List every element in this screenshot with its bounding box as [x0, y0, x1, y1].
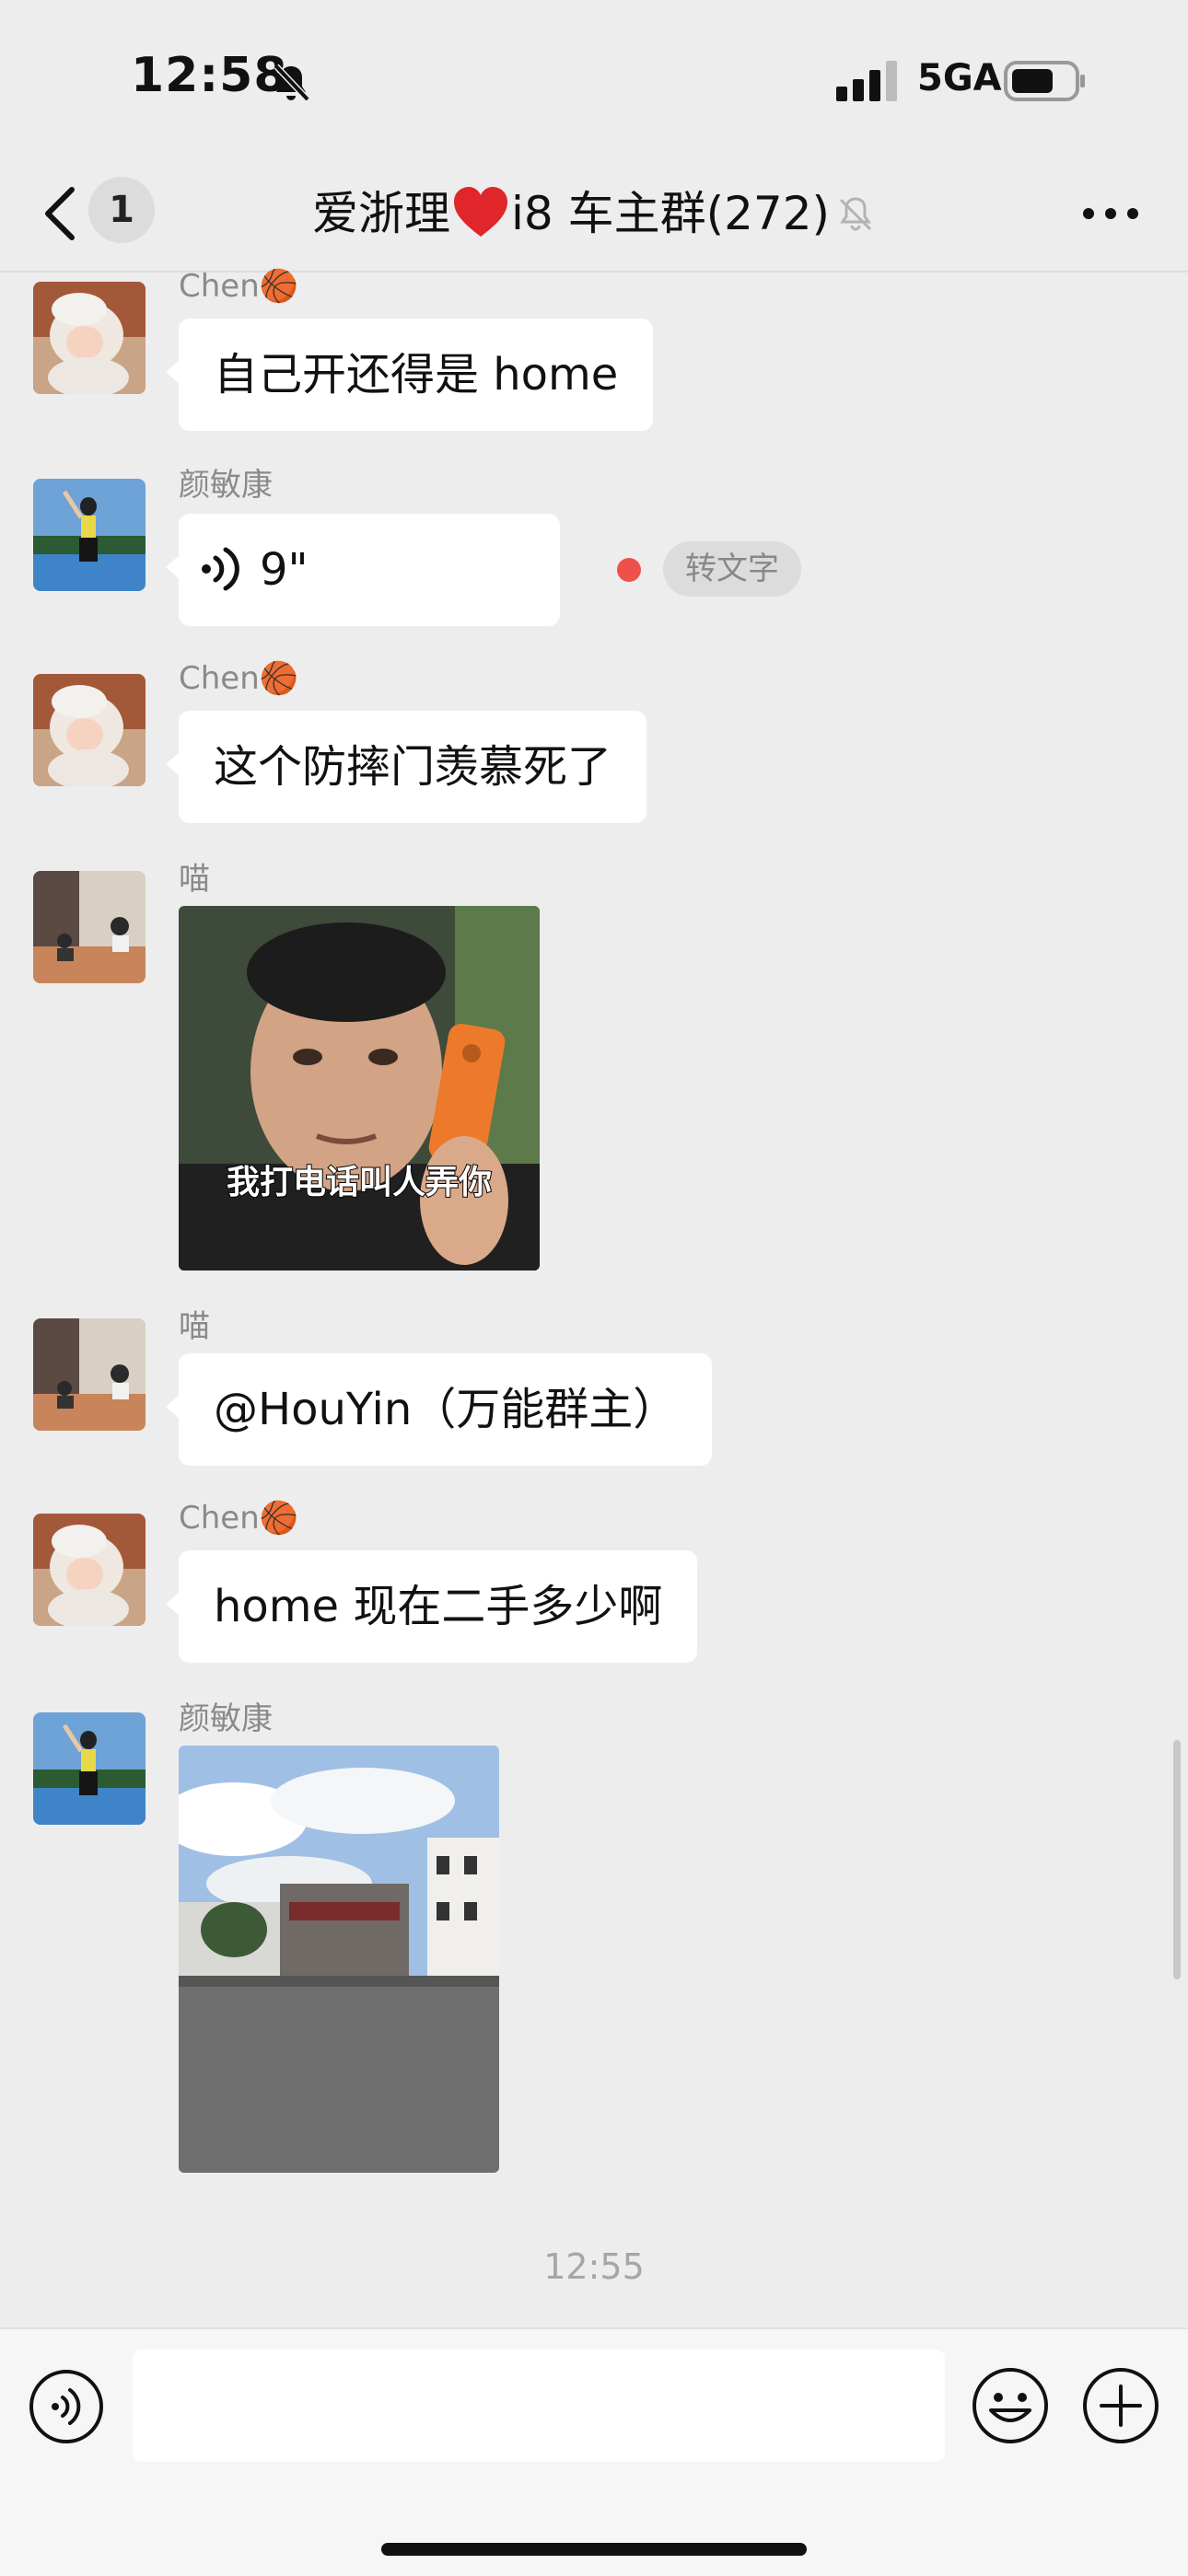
baby-photo-icon	[33, 282, 146, 394]
photo-message[interactable]	[179, 1746, 499, 2173]
sender-name: Chen🏀	[179, 268, 299, 305]
member-count: (272)	[705, 187, 831, 240]
sender-name: Chen🏀	[179, 660, 299, 697]
voice-duration: 9"	[260, 544, 309, 596]
scroll-indicator[interactable]	[1173, 1740, 1181, 1979]
chat-title-prefix: 爱浙理	[311, 187, 450, 240]
to-text-button[interactable]: 转文字	[663, 541, 801, 597]
input-bar	[0, 2327, 1188, 2576]
chat-title[interactable]: 爱浙理 i8 车主群(272)	[0, 177, 1188, 250]
time-divider: 12:55	[543, 2246, 645, 2287]
avatar[interactable]	[33, 674, 146, 786]
voice-toggle-icon[interactable]	[28, 2368, 105, 2445]
message-bubble[interactable]: home 现在二手多少啊	[165, 1550, 698, 1663]
voice-message-bubble[interactable]: 9"	[166, 514, 560, 626]
sender-name: 喵	[179, 1308, 210, 1345]
more-icon[interactable]	[1079, 203, 1142, 225]
heart-icon	[453, 187, 507, 237]
avatar[interactable]	[33, 1318, 146, 1431]
chat-title-suffix: i8 车主群	[510, 187, 706, 240]
avatar[interactable]	[33, 1712, 146, 1825]
message-input[interactable]	[133, 2350, 945, 2462]
illustration-avatar-icon	[33, 1318, 146, 1431]
emoji-icon[interactable]	[971, 2366, 1050, 2445]
baby-photo-icon	[33, 1514, 146, 1626]
status-bar: 12:58 5GA	[0, 0, 1188, 157]
illustration-avatar-icon	[33, 871, 146, 983]
sender-name: 颜敏康	[179, 1700, 273, 1737]
avatar[interactable]	[33, 871, 146, 983]
sender-name: Chen🏀	[179, 1500, 299, 1537]
sticker-caption: 我打电话叫人弄你	[227, 1164, 492, 1201]
avatar[interactable]	[33, 479, 146, 591]
home-indicator	[381, 2543, 807, 2556]
status-time: 12:58	[131, 48, 288, 103]
chat-header: 1 爱浙理 i8 车主群(272)	[0, 157, 1188, 273]
plus-icon[interactable]	[1081, 2366, 1160, 2445]
signal-icon	[836, 61, 897, 101]
building-plaza-photo-icon	[179, 1746, 499, 2173]
unread-voice-dot	[617, 558, 641, 582]
sender-name: 颜敏康	[179, 467, 273, 504]
avatar[interactable]	[33, 1514, 146, 1626]
battery-icon	[1004, 61, 1085, 101]
woman-photo-icon	[33, 1712, 146, 1825]
man-phone-sticker-icon: 我打电话叫人弄你	[179, 906, 540, 1271]
bell-off-icon	[274, 64, 310, 102]
mute-icon	[839, 197, 872, 231]
woman-photo-icon	[33, 479, 146, 591]
baby-photo-icon	[33, 674, 146, 786]
sticker-image[interactable]: 我打电话叫人弄你	[179, 906, 540, 1271]
message-bubble[interactable]: 自己开还得是 home	[165, 319, 654, 431]
message-bubble[interactable]: @HouYin（万能群主）	[165, 1353, 713, 1466]
voice-wave-icon	[202, 547, 239, 591]
avatar[interactable]	[33, 282, 146, 394]
message-bubble[interactable]: 这个防摔门羡慕死了	[165, 711, 647, 823]
sender-name: 喵	[179, 861, 210, 898]
network-type: 5GA	[917, 57, 1002, 99]
